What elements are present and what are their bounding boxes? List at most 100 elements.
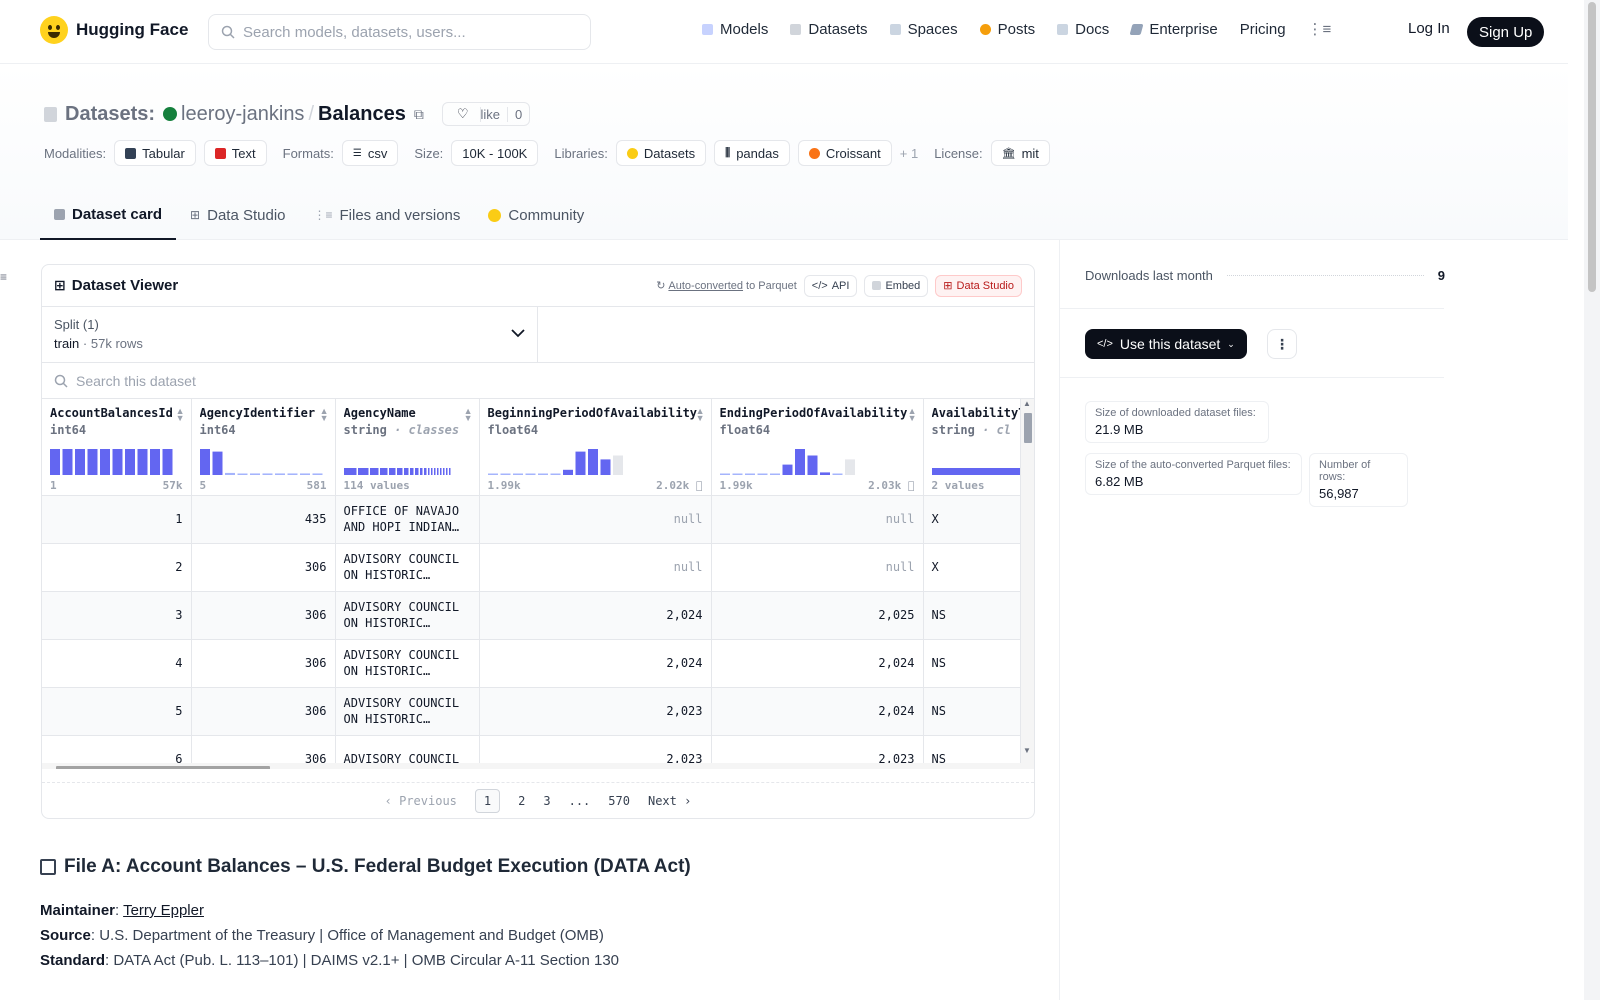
embed-button[interactable]: Embed	[864, 274, 929, 297]
nav-spaces[interactable]: Spaces	[889, 21, 958, 38]
histogram-bar	[807, 455, 817, 475]
histogram-bar	[87, 449, 98, 475]
table-row[interactable]: 1 435 OFFICE OF NAVAJO AND HOPI INDIAN… nul…	[42, 495, 1034, 544]
next-page-button[interactable]: Next ›	[648, 794, 691, 808]
tab-community-label: Community	[508, 206, 585, 224]
table-row[interactable]: 2 306 ADVISORY COUNCIL ON HISTORIC… null nul…	[42, 543, 1034, 592]
login-link[interactable]: Log In	[1408, 20, 1450, 37]
nav-pricing-label: Pricing	[1239, 20, 1286, 38]
tab-data-studio-label: Data Studio	[207, 206, 286, 224]
sort-icon[interactable]: ▲ ▼	[908, 407, 917, 423]
category-bar	[414, 468, 418, 475]
more-menu-icon[interactable]: ⋮≡	[1308, 20, 1332, 38]
tag-license[interactable]: 🏛 mit	[990, 140, 1050, 166]
table-row[interactable]: 3 306 ADVISORY COUNCIL ON HISTORIC… 2,024 2,…	[42, 591, 1034, 640]
download-size-value: 21.9 MB	[1095, 422, 1144, 437]
spaces-icon	[889, 23, 901, 35]
column-header[interactable]: EndingPeriodOfAvailability float64 ▲ ▼ 1.99…	[711, 399, 924, 496]
more-options-button[interactable]: ⋮	[1267, 329, 1297, 359]
sort-icon[interactable]: ▲ ▼	[176, 407, 185, 423]
table-cell: 2,025	[711, 591, 924, 640]
tag-tabular[interactable]: Tabular	[114, 140, 196, 166]
column-header[interactable]: AgencyIdentifier int64 ▲ ▼ 5 581	[191, 399, 336, 496]
table-row[interactable]: 5 306 ADVISORY COUNCIL ON HISTORIC… 2,023 2,…	[42, 687, 1034, 736]
column-histogram	[50, 449, 173, 475]
histogram-bar	[844, 459, 855, 475]
dataset-name[interactable]: Balances	[318, 103, 406, 126]
histogram-bar	[312, 473, 322, 475]
api-button[interactable]: </> API	[803, 274, 858, 297]
table-icon	[125, 147, 137, 159]
top-nav: Hugging Face Search models, datasets, us…	[0, 0, 1568, 64]
tab-files[interactable]: ⋮≡ Files and versions	[300, 190, 475, 240]
copy-icon[interactable]: ⧉	[414, 106, 424, 123]
data-studio-button[interactable]: ⊞ Data Studio	[935, 274, 1022, 297]
histogram-bar	[75, 449, 85, 475]
table-row[interactable]: 4 306 ADVISORY COUNCIL ON HISTORIC… 2,024 2,…	[42, 639, 1034, 688]
auto-converted-link[interactable]: Auto-converted	[668, 280, 743, 292]
nav-datasets[interactable]: Datasets	[790, 20, 868, 38]
column-header[interactable]: BeginningPeriodOfAvailability float64 ▲ ▼ 1…	[479, 399, 712, 496]
column-header[interactable]: AccountBalancesId int64 ▲ ▼ 1 57k	[42, 399, 192, 496]
category-bar	[433, 468, 435, 475]
use-dataset-button[interactable]: </> Use this dataset ⌄	[1085, 329, 1247, 359]
tab-dataset-card[interactable]: Dataset card	[40, 190, 177, 240]
parquet-size-value: 6.82 MB	[1095, 474, 1144, 489]
tag-text[interactable]: Text	[203, 140, 267, 166]
table-cell: ADVISORY COUNCIL ON HISTORIC…	[335, 591, 480, 640]
tag-csv[interactable]: ☰ csv	[341, 140, 399, 166]
dataset-search-placeholder: Search this dataset	[76, 372, 196, 389]
page-scrollbar[interactable]	[1584, 0, 1600, 1000]
source-label: Source	[40, 927, 91, 944]
tab-community[interactable]: Community	[474, 190, 598, 240]
split-select[interactable]: Split (1) train · 57k rows	[42, 307, 538, 362]
formats-label: Formats:	[282, 145, 334, 161]
previous-page-button[interactable]: ‹ Previous	[385, 794, 457, 808]
nav-enterprise[interactable]: Enterprise	[1129, 21, 1218, 38]
libraries-more[interactable]: + 1	[900, 146, 918, 161]
page-3-button[interactable]: 3	[543, 794, 550, 808]
next-label: Next	[647, 793, 677, 808]
tag-croissant[interactable]: Croissant	[797, 140, 892, 166]
category-bar	[388, 468, 395, 475]
nav-datasets-label: Datasets	[808, 20, 868, 38]
dataset-search-input[interactable]: Search this dataset	[42, 363, 1034, 399]
brand-name: Hugging Face	[76, 20, 189, 39]
page-2-button[interactable]: 2	[518, 794, 525, 808]
sort-icon[interactable]: ▲ ▼	[320, 407, 329, 423]
like-button[interactable]: ♡ like 0	[441, 102, 531, 126]
column-name: AccountBalancesId	[50, 406, 173, 420]
nav-docs[interactable]: Docs	[1057, 21, 1109, 38]
tag-datasets[interactable]: Datasets	[615, 140, 707, 166]
search-input[interactable]: Search models, datasets, users...	[208, 14, 591, 50]
sort-icon[interactable]: ▲ ▼	[696, 407, 705, 423]
tag-license-label: mit	[1021, 145, 1039, 161]
tag-pandas[interactable]: ⫼ pandas	[714, 140, 790, 166]
table-vertical-scrollbar[interactable]: ▲ ▼	[1020, 399, 1034, 769]
page-1-button[interactable]: 1	[474, 788, 501, 813]
sidebar-toggle-icon[interactable]: ≡	[0, 270, 7, 284]
files-icon: ⋮≡	[313, 208, 333, 222]
signup-button[interactable]: Sign Up	[1467, 17, 1545, 47]
sort-icon[interactable]: ▲ ▼	[464, 407, 473, 423]
breadcrumb-section[interactable]: Datasets:	[65, 103, 155, 126]
tag-text-label: Text	[231, 145, 256, 161]
category-bar	[445, 468, 447, 475]
tag-size[interactable]: 10K - 100K	[451, 140, 539, 166]
brand-logo[interactable]: Hugging Face	[40, 16, 188, 44]
column-header[interactable]: AvailabilityTypeCodestring · cl▲▼2 value…	[923, 399, 1034, 496]
column-header[interactable]: AgencyName string · classes ▲ ▼ 114 values	[335, 399, 480, 496]
page-570-button[interactable]: 570	[608, 794, 630, 808]
table-horizontal-scrollbar[interactable]	[42, 763, 1034, 769]
tab-data-studio[interactable]: ⊞ Data Studio	[176, 190, 299, 240]
nav-pricing[interactable]: Pricing	[1240, 21, 1286, 38]
downloads-label: Downloads last month	[1085, 268, 1213, 283]
source-text: : U.S. Department of the Treasury | Offi…	[90, 927, 604, 944]
table-icon: ⊞	[54, 277, 66, 293]
nav-models[interactable]: Models	[702, 21, 768, 38]
breadcrumb-user[interactable]: leeroy-jankins	[181, 103, 304, 126]
maintainer-link[interactable]: Terry Eppler	[123, 902, 204, 919]
nav-posts[interactable]: Posts	[979, 21, 1035, 38]
histogram-bar	[562, 469, 573, 475]
split-name: train	[54, 336, 80, 351]
